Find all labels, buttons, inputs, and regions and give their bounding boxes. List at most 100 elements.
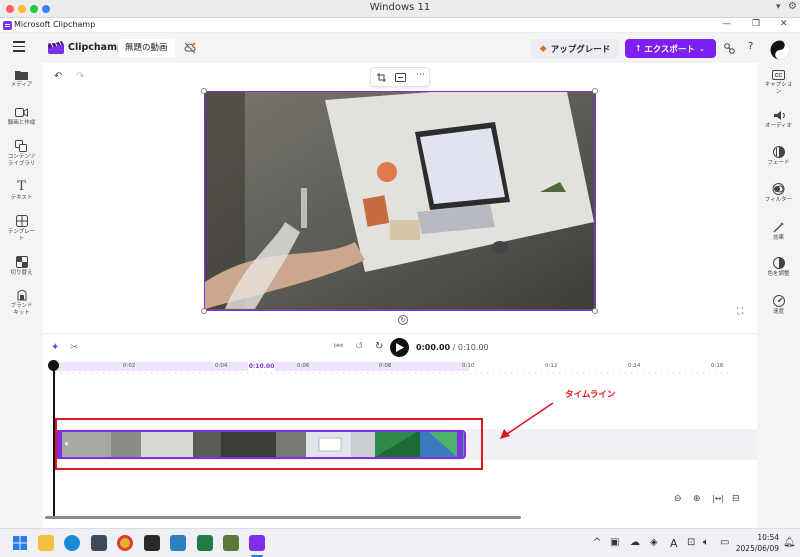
fullscreen-icon[interactable]: ⛶ [737,307,743,317]
notification-bell-icon[interactable]: 🔔︎ [783,537,796,548]
zoom-controls: ⊖ ⊕ |↔| ⊟ [671,493,749,509]
rail-item-media[interactable]: メディア [0,69,43,89]
fit-icon[interactable] [395,73,406,82]
annotation-box [55,418,483,470]
onedrive-icon[interactable]: ☁ [630,537,640,548]
rail-item-effects[interactable]: 効果 [757,221,800,242]
play-button[interactable] [390,338,409,357]
rewind-icon[interactable]: ↺ [355,341,363,352]
rail-label: 録画と作成 [7,120,36,126]
ime-indicator[interactable]: A [670,537,678,550]
resize-handle-bottom-right[interactable] [592,308,598,314]
rail-item-color-adjust[interactable]: 色を調整 [757,257,800,278]
undo-icon[interactable]: ↶ [54,71,62,82]
camera-icon [15,108,28,117]
forward-icon[interactable]: ↻ [375,341,383,352]
tray-misc-icon[interactable]: ⊡ [687,537,695,548]
rail-label: 効果 [772,235,784,241]
powershell-icon[interactable] [170,535,186,551]
resize-handle-top-right[interactable] [592,88,598,94]
security-icon[interactable]: ◈ [650,537,658,548]
speed-icon [772,295,785,307]
expand-icon[interactable]: ⊟ [732,494,740,504]
menu-icon[interactable] [13,41,25,52]
zoom-in-icon[interactable]: ⊕ [693,494,701,504]
rail-item-library[interactable]: コンテンツ ライブラリ [0,140,43,168]
resize-handle-top-left[interactable] [201,88,207,94]
upgrade-label: アップグレード [550,44,611,55]
clipchamp-taskbar-icon[interactable] [249,535,265,551]
export-label: エクスポート [644,44,695,55]
playhead-knob[interactable] [48,360,59,371]
rail-item-templates[interactable]: テンプレー ト [0,215,43,243]
annotation-arrow [500,402,554,439]
ruler-tick: 0:02 [123,363,136,369]
minimize-button[interactable]: — [722,19,731,29]
more-options-icon[interactable]: ⋯ [416,70,425,80]
help-button[interactable]: ? [748,41,753,52]
battery-icon[interactable]: ▭ [720,537,729,548]
tray-app-icon[interactable]: ▣ [610,537,619,548]
close-button[interactable]: ✕ [780,19,788,29]
zoom-out-icon[interactable]: ⊖ [674,494,682,504]
project-name-input[interactable]: 無題の動画 [118,39,175,57]
volume-icon[interactable]: 🔈︎ [703,537,709,548]
total-time: / 0:10.00 [452,343,489,352]
share-icon[interactable] [723,42,736,55]
window-chrome: Windows 11 ▾ ⚙ [0,0,800,18]
cloud-sync-off-icon[interactable] [184,42,196,54]
timeline-scrollbar[interactable] [45,516,521,519]
rail-item-text[interactable]: T テキスト [0,179,43,202]
filter-icon [772,183,785,195]
restore-button[interactable]: ❐ [752,19,760,29]
dropdown-arrow-icon[interactable]: ▾ [776,2,781,12]
rotate-icon[interactable]: ↻ [398,315,408,325]
current-time: 0:00.00 [416,343,451,352]
audio-icon [773,111,785,120]
rail-item-speed[interactable]: 速度 [757,295,800,316]
rail-item-transitions[interactable]: 切り替え [0,256,43,277]
rail-label: 速度 [772,309,784,315]
fit-timeline-icon[interactable]: |↔| [712,494,724,503]
store-icon[interactable] [91,535,107,551]
skip-back-icon[interactable]: ⏮ [334,341,343,352]
rail-item-fade[interactable]: フェード [757,146,800,167]
clock[interactable]: 10:54 2025/06/09 [735,532,779,554]
rail-item-filter[interactable]: フィルター [757,183,800,204]
file-explorer-icon[interactable] [38,535,54,551]
rail-label: フィルター [764,197,793,203]
video-preview[interactable] [204,91,596,311]
export-button[interactable]: ⭡ エクスポート ⌄ [625,39,716,58]
scissors-icon[interactable]: ✂ [70,342,78,353]
rail-item-audio[interactable]: オーディオ [757,110,800,130]
chrome-icon[interactable] [117,535,133,551]
edge-icon[interactable] [64,535,80,551]
preview-toolbar: ⋯ [370,67,430,87]
rail-item-captions[interactable]: CC キャプショ ン [757,70,800,96]
crop-icon[interactable] [377,73,386,82]
redo-icon[interactable]: ↷ [76,71,84,82]
resize-handle-bottom-left[interactable] [201,308,207,314]
window-title: Windows 11 [369,2,431,13]
rail-item-record[interactable]: 録画と作成 [0,107,43,127]
windows-start-icon[interactable] [12,535,28,551]
upgrade-button[interactable]: ◆ アップグレード [531,39,619,58]
gear-icon[interactable]: ⚙ [788,1,797,12]
right-rail: CC キャプショ ン オーディオ フェード フィルター 効果 色を調整 速度 [757,63,800,528]
tray-chevron-icon[interactable]: ^ [593,537,601,548]
sparkle-icon[interactable]: ✦ [51,342,59,353]
terminal-icon[interactable] [144,535,160,551]
folder-icon [15,71,28,80]
editor-main: ↶ ↷ ⋯ ↻ ⛶ ✦ ✂ ⏮ ↺ ↻ 0:00.00 / 0:10.00 0:… [43,63,757,528]
text-icon: T [17,179,26,194]
ruler-dots [55,372,733,374]
rail-item-brand-kit[interactable]: ブランド キット [0,289,43,317]
notepad-icon[interactable] [223,535,239,551]
excel-icon[interactable] [197,535,213,551]
upload-icon: ⭡ [636,43,641,54]
ruler-tick: 0:04 [215,363,228,369]
rail-label: メディア [10,82,33,88]
avatar[interactable] [770,40,790,60]
app-header: Clipchamp 無題の動画 ◆ アップグレード ⭡ エクスポート ⌄ ? [0,33,800,63]
ruler-tick: 0:16 [711,363,724,369]
